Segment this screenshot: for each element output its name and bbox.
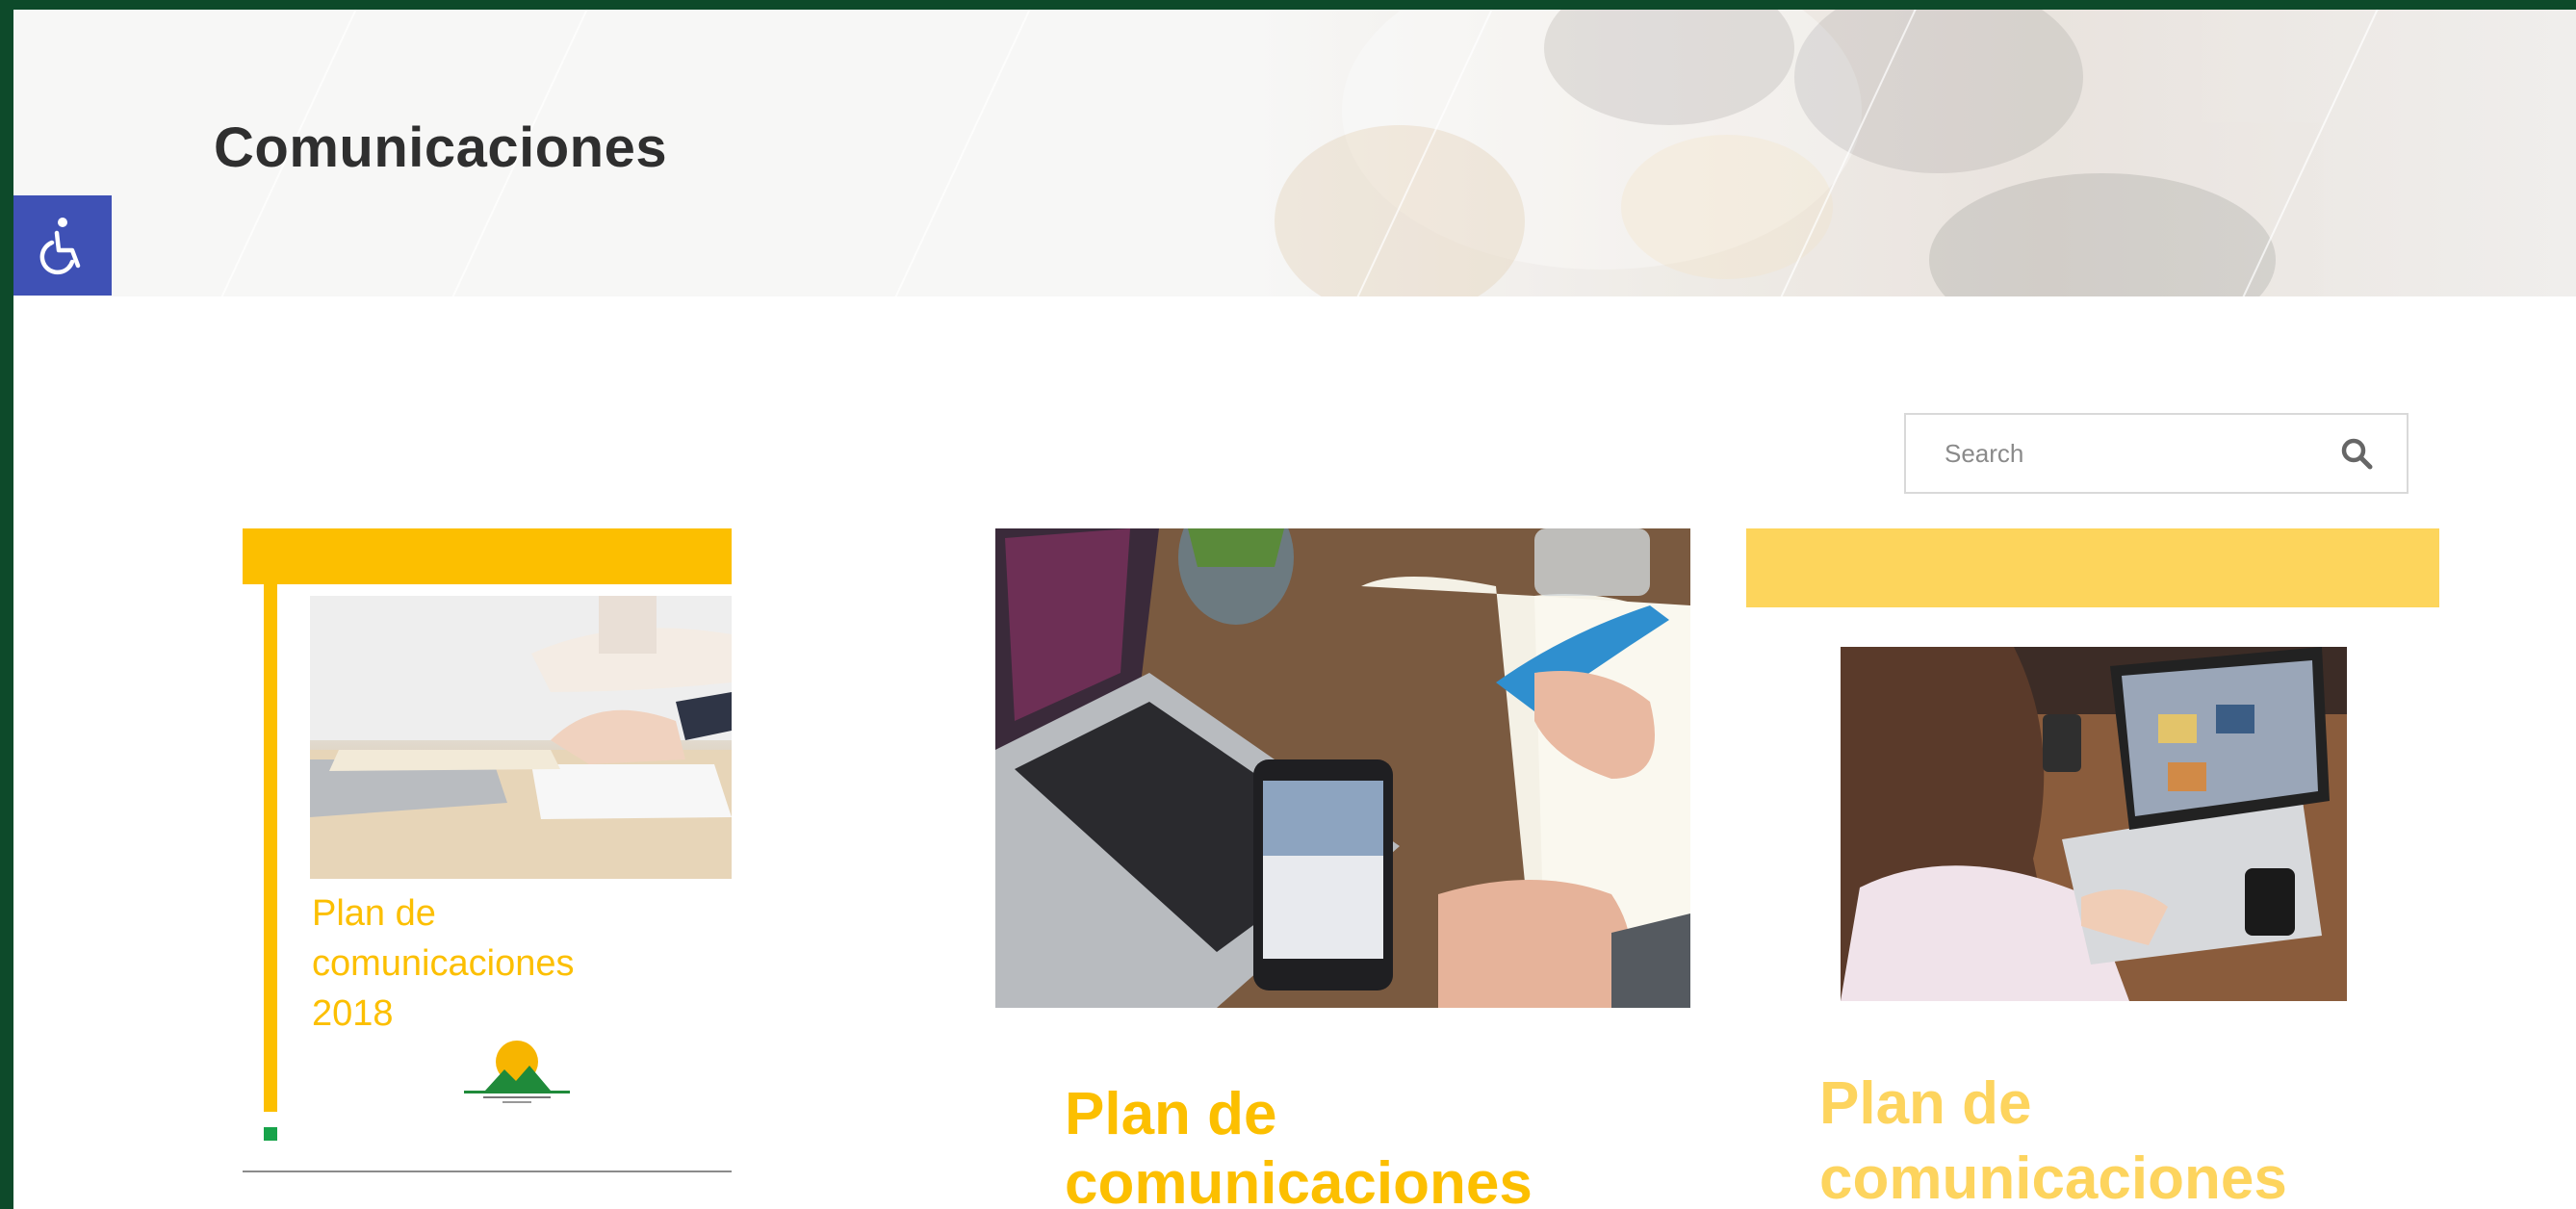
search-icon: [2341, 438, 2373, 470]
woman-laptop-photo[interactable]: [1841, 647, 2347, 1001]
search-button[interactable]: [2328, 424, 2385, 482]
card-title-line: Plan de: [1819, 1070, 2032, 1137]
document-card-2018[interactable]: Plan de comunicaciones 2018: [243, 528, 732, 1173]
card-title-line: Plan de: [1065, 1081, 1277, 1147]
cover-title-line: comunicaciones: [312, 943, 575, 984]
mountain-sun-logo-icon: [464, 1041, 570, 1103]
cover-side-bar: [264, 584, 277, 1112]
card-title-line: comunicaciones: [1819, 1145, 2287, 1209]
cover-green-square: [264, 1127, 277, 1141]
cover-title: Plan de comunicaciones 2018: [312, 888, 716, 1039]
search-box: [1904, 413, 2409, 494]
cover-top-bar: [243, 528, 732, 584]
card-title-line: comunicaciones: [1065, 1150, 1533, 1209]
card-top-bar: [1746, 528, 2439, 607]
wheelchair-icon: [39, 218, 81, 275]
card-divider: [243, 1170, 732, 1172]
typing-on-keyboard-photo: [310, 596, 732, 879]
cover-title-line: 2018: [312, 993, 394, 1034]
page: Comunicaciones Search Plan de comunicaci…: [13, 10, 2576, 1209]
hero-background-photo: [1255, 10, 2576, 296]
accessibility-toggle-button[interactable]: [13, 195, 112, 296]
card-title[interactable]: Plan de comunicaciones: [1819, 1067, 2416, 1209]
cover-title-line: Plan de: [312, 893, 436, 934]
page-title: Comunicaciones: [214, 116, 668, 179]
search-input[interactable]: [1906, 414, 2328, 493]
card-title[interactable]: Plan de comunicaciones: [1065, 1080, 1681, 1209]
hero-banner: Comunicaciones: [13, 10, 2576, 296]
laptop-phone-notebook-photo[interactable]: [995, 528, 1690, 1008]
